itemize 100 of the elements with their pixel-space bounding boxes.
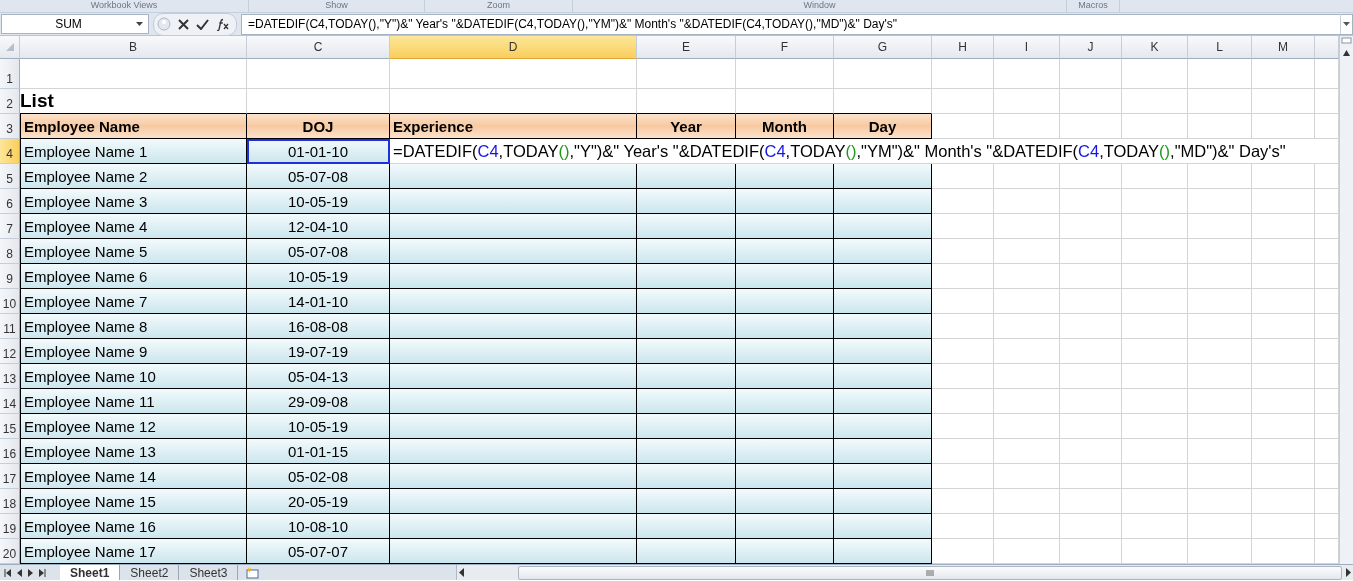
grid-cell[interactable] xyxy=(1122,314,1188,339)
grid-cell[interactable] xyxy=(1188,264,1252,289)
grid-cell[interactable] xyxy=(1060,414,1122,439)
grid-cell[interactable] xyxy=(1060,514,1122,539)
grid-cell[interactable] xyxy=(1122,439,1188,464)
grid-cell[interactable] xyxy=(1188,364,1252,389)
grid-cell[interactable] xyxy=(1060,464,1122,489)
grid-cell[interactable] xyxy=(1060,239,1122,264)
row-header[interactable]: 19 xyxy=(0,514,20,539)
grid-cell[interactable] xyxy=(1252,439,1315,464)
grid-cell[interactable] xyxy=(932,489,994,514)
insert-sheet-icon[interactable] xyxy=(244,566,261,579)
column-header[interactable]: H xyxy=(932,36,994,59)
horizontal-scrollbar[interactable] xyxy=(456,565,1353,580)
grid-cell[interactable] xyxy=(1122,389,1188,414)
grid-cell[interactable] xyxy=(994,439,1060,464)
grid-cell[interactable] xyxy=(932,514,994,539)
grid-cell[interactable] xyxy=(1122,339,1188,364)
grid-cell[interactable] xyxy=(247,59,390,89)
grid-cell[interactable] xyxy=(1252,59,1315,89)
function-icon[interactable] xyxy=(216,17,230,31)
row-header[interactable]: 1 xyxy=(0,59,20,89)
column-header[interactable]: G xyxy=(834,36,932,59)
row-header[interactable]: 3 xyxy=(0,114,20,139)
grid-cell[interactable] xyxy=(1188,239,1252,264)
grid-cell[interactable] xyxy=(1188,59,1252,89)
grid-cell[interactable] xyxy=(1122,414,1188,439)
grid-cell[interactable] xyxy=(1122,464,1188,489)
grid-cell[interactable] xyxy=(1252,464,1315,489)
grid-cell[interactable] xyxy=(1060,164,1122,189)
grid-cell[interactable] xyxy=(1252,189,1315,214)
grid-cell[interactable] xyxy=(1188,314,1252,339)
checkmark-icon[interactable] xyxy=(196,18,209,30)
grid-cell[interactable] xyxy=(932,364,994,389)
grid-cell[interactable] xyxy=(932,189,994,214)
grid-cell[interactable] xyxy=(1060,189,1122,214)
grid-cell[interactable] xyxy=(1122,289,1188,314)
grid-cell[interactable] xyxy=(932,264,994,289)
row-header[interactable]: 15 xyxy=(0,414,20,439)
grid-cell[interactable] xyxy=(1252,414,1315,439)
grid-cell[interactable] xyxy=(1252,514,1315,539)
grid-cell[interactable] xyxy=(932,314,994,339)
grid-cell[interactable] xyxy=(1188,164,1252,189)
grid-cell[interactable] xyxy=(20,59,247,89)
row-header[interactable]: 11 xyxy=(0,314,20,339)
grid-cell[interactable] xyxy=(994,239,1060,264)
column-header[interactable] xyxy=(1315,36,1339,59)
column-header[interactable]: D xyxy=(390,36,637,59)
row-header[interactable]: 12 xyxy=(0,339,20,364)
grid-cell[interactable] xyxy=(1252,264,1315,289)
grid-cell[interactable] xyxy=(994,514,1060,539)
grid-cell[interactable] xyxy=(1060,289,1122,314)
column-header[interactable]: M xyxy=(1252,36,1315,59)
column-header[interactable]: C xyxy=(247,36,390,59)
row-header[interactable]: 14 xyxy=(0,389,20,414)
grid-cell[interactable] xyxy=(994,214,1060,239)
grid-cell[interactable] xyxy=(1252,339,1315,364)
grid-cell[interactable] xyxy=(1060,264,1122,289)
grid-cell[interactable] xyxy=(1188,389,1252,414)
grid-cell[interactable] xyxy=(736,59,834,89)
grid-cell[interactable] xyxy=(994,264,1060,289)
grid-cell[interactable] xyxy=(1252,489,1315,514)
grid-cell[interactable] xyxy=(1060,59,1122,89)
grid-cell[interactable] xyxy=(1122,489,1188,514)
grid-cell[interactable] xyxy=(834,59,932,89)
next-sheet-icon[interactable] xyxy=(28,568,33,577)
vertical-scrollbar[interactable] xyxy=(1339,36,1353,564)
grid-cell[interactable] xyxy=(994,314,1060,339)
grid-cell[interactable] xyxy=(1122,59,1188,89)
row-header[interactable]: 13 xyxy=(0,364,20,389)
grid-cell[interactable] xyxy=(1122,264,1188,289)
grid-cell[interactable] xyxy=(1188,489,1252,514)
grid-cell[interactable] xyxy=(1188,89,1252,114)
grid-cell[interactable] xyxy=(1252,314,1315,339)
grid-cell[interactable] xyxy=(994,414,1060,439)
grid-cell[interactable] xyxy=(1122,89,1188,114)
grid-cell[interactable] xyxy=(932,239,994,264)
grid-cell[interactable] xyxy=(1060,389,1122,414)
grid-cell[interactable] xyxy=(932,214,994,239)
grid-cell[interactable] xyxy=(1122,214,1188,239)
grid-cell[interactable] xyxy=(1252,89,1315,114)
row-header[interactable]: 7 xyxy=(0,214,20,239)
grid-cell[interactable] xyxy=(1060,439,1122,464)
grid-cell[interactable] xyxy=(932,389,994,414)
grid-cell[interactable] xyxy=(1188,439,1252,464)
grid-cell[interactable] xyxy=(1188,414,1252,439)
grid-cell[interactable] xyxy=(637,59,736,89)
row-header[interactable]: 2 xyxy=(0,89,20,114)
row-header[interactable]: 18 xyxy=(0,489,20,514)
grid-cell[interactable] xyxy=(932,89,994,114)
grid-cell[interactable] xyxy=(1122,514,1188,539)
cancel-icon[interactable] xyxy=(178,18,189,30)
grid-cell[interactable] xyxy=(1188,214,1252,239)
row-header[interactable]: 9 xyxy=(0,264,20,289)
grid-cell[interactable] xyxy=(1060,364,1122,389)
grid-cell[interactable] xyxy=(1060,339,1122,364)
grid-cell[interactable] xyxy=(1252,364,1315,389)
row-header[interactable]: 20 xyxy=(0,539,20,564)
grid-cell[interactable] xyxy=(994,489,1060,514)
column-header[interactable]: E xyxy=(637,36,736,59)
